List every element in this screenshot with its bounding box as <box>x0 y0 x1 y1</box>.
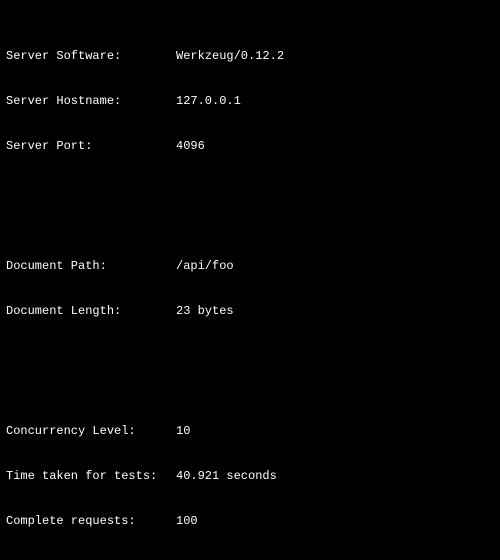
value-time-taken: 40.921 seconds <box>176 469 277 484</box>
row-server-port: Server Port:4096 <box>6 139 494 154</box>
row-complete-requests: Complete requests:100 <box>6 514 494 529</box>
label-server-port: Server Port: <box>6 139 176 154</box>
row-document-length: Document Length:23 bytes <box>6 304 494 319</box>
terminal-output: Server Software:Werkzeug/0.12.2 Server H… <box>0 0 500 560</box>
value-server-software: Werkzeug/0.12.2 <box>176 49 284 64</box>
blank-line <box>6 364 494 379</box>
value-server-hostname: 127.0.0.1 <box>176 94 241 109</box>
label-document-path: Document Path: <box>6 259 176 274</box>
label-server-software: Server Software: <box>6 49 176 64</box>
value-server-port: 4096 <box>176 139 205 154</box>
label-server-hostname: Server Hostname: <box>6 94 176 109</box>
row-server-hostname: Server Hostname:127.0.0.1 <box>6 94 494 109</box>
row-time-taken: Time taken for tests:40.921 seconds <box>6 469 494 484</box>
label-document-length: Document Length: <box>6 304 176 319</box>
label-complete-requests: Complete requests: <box>6 514 176 529</box>
value-document-length: 23 bytes <box>176 304 234 319</box>
row-document-path: Document Path:/api/foo <box>6 259 494 274</box>
value-document-path: /api/foo <box>176 259 234 274</box>
row-concurrency: Concurrency Level:10 <box>6 424 494 439</box>
value-concurrency: 10 <box>176 424 190 439</box>
row-server-software: Server Software:Werkzeug/0.12.2 <box>6 49 494 64</box>
blank-line <box>6 199 494 214</box>
label-time-taken: Time taken for tests: <box>6 469 176 484</box>
value-complete-requests: 100 <box>176 514 198 529</box>
label-concurrency: Concurrency Level: <box>6 424 176 439</box>
